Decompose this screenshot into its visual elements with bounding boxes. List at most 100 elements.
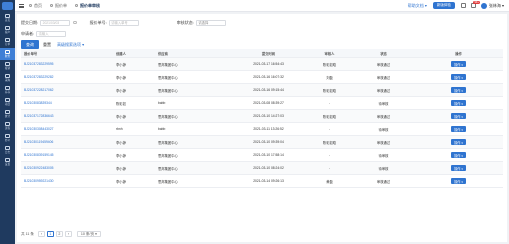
upgrade-button[interactable]: 新版体验 — [432, 2, 455, 9]
stats-icon — [5, 110, 10, 114]
table-row: BJ21037283229282 李小静 思邦集团中心 2021-03-16 16:0… — [21, 71, 503, 84]
sidebar-item[interactable]: 首页 — [0, 12, 15, 24]
flow-icon — [5, 122, 10, 126]
status-select[interactable]: 请选择 — [195, 19, 226, 26]
status-cell: 审核通过 — [376, 62, 391, 67]
top-bar: 首页 报价单 报价单审核 帮助文档 ▾ 新版体验 99+ 张林海 ▾ — [15, 0, 509, 12]
page-size-select[interactable]: 10 条/页 ▾ — [76, 231, 101, 237]
prev-page-button[interactable]: ‹ — [37, 231, 45, 237]
tab-dot-icon — [75, 4, 78, 7]
sidebar-item[interactable]: 库存 — [0, 84, 15, 96]
reimburse-icon — [5, 62, 10, 66]
quote-number-link[interactable]: BJ21037283229595 — [21, 62, 113, 66]
filter-label-applicant: 申请者: — [21, 30, 35, 36]
time-cell: 2021-03-11 13:26:52 — [253, 127, 284, 131]
operation-button[interactable]: 操作 ▾ — [451, 178, 466, 184]
operation-button[interactable]: 操作 ▾ — [451, 113, 466, 119]
date-input[interactable]: 2021/03/03 — [40, 19, 71, 26]
operation-button[interactable]: 操作 ▾ — [451, 87, 466, 93]
sidebar-item[interactable]: 报销 — [0, 60, 15, 72]
clear-icon[interactable] — [73, 20, 77, 25]
bell-icon[interactable]: 99+ — [470, 1, 480, 8]
quote-number-link[interactable]: BJ21030839159145 — [21, 153, 113, 157]
supplier-cell: 思邦集团中心 — [158, 140, 178, 145]
status-cell: 审核通过 — [376, 88, 391, 93]
operation-button[interactable]: 操作 ▾ — [451, 165, 466, 171]
table-row: BJ21037228217062 李小静 思邦集团中心 2021-03-16 09:1… — [21, 84, 503, 97]
supplier-cell: 思邦集团中心 — [158, 153, 178, 158]
header-creator: 创建人 — [116, 51, 126, 56]
quote-number-link[interactable]: BJ21037172836643 — [21, 114, 113, 118]
sidebar-item[interactable]: 设置 — [0, 156, 15, 168]
sidebar-item[interactable]: 办公 — [0, 132, 15, 144]
reviewer-cell: - — [328, 153, 331, 157]
operation-button[interactable]: 操作 ▾ — [451, 74, 466, 80]
sidebar-item[interactable]: 订单 — [0, 36, 15, 48]
reviewer-cell: 陈彩如晗 — [322, 140, 337, 145]
tab-dot-icon — [50, 4, 53, 7]
quote-number-link[interactable]: BJ21030119459406 — [21, 140, 113, 144]
operation-button[interactable]: 操作 ▾ — [451, 126, 466, 132]
quote-number-link[interactable]: BJ21030959221430 — [21, 179, 113, 183]
operation-button[interactable]: 操作 ▾ — [451, 100, 466, 106]
header-reviewer: 审核人 — [324, 51, 335, 56]
tab-quotation[interactable]: 报价单 — [50, 3, 67, 9]
quote-number-link[interactable]: BJ2103083839344 — [21, 101, 113, 105]
op-cell: 操作 ▾ — [411, 139, 503, 145]
purchase-icon — [5, 74, 10, 78]
search-button[interactable]: 查询 — [21, 40, 39, 49]
help-link[interactable]: 帮助文档 ▾ — [408, 3, 427, 9]
content-panel: 提交日期: 2021/03/03 报价单号: 请输入单号 审核状态: 请选择 申… — [17, 14, 507, 242]
sidebar-item[interactable]: 流程 — [0, 120, 15, 132]
status-cell: 待审核 — [378, 166, 389, 171]
menu-toggle-icon[interactable] — [19, 3, 24, 8]
time-cell: 2021-03-10 17:58:14 — [253, 153, 284, 157]
quote-number-link[interactable]: BJ21030308443027 — [21, 127, 113, 131]
next-page-button[interactable]: › — [64, 231, 72, 237]
sidebar-item[interactable]: 财务 — [0, 48, 15, 60]
tab-home[interactable]: 首页 — [29, 3, 42, 9]
table-row: BJ21037283229595 李小静 思邦集团中心 2021-03-17 16:5… — [21, 58, 503, 71]
header-status: 状态 — [380, 51, 387, 56]
operation-button[interactable]: 操作 ▾ — [451, 61, 466, 67]
quote-number-link[interactable]: BJ21030922483005 — [21, 166, 113, 170]
time-cell: 2021-03-16 16:07:32 — [253, 75, 284, 79]
sidebar-item[interactable]: 项目 — [0, 96, 15, 108]
operation-button[interactable]: 操作 ▾ — [451, 139, 466, 145]
quote-number-link[interactable]: BJ21037283229282 — [21, 75, 113, 79]
reviewer-cell: 黄磊 — [326, 179, 333, 184]
operation-button[interactable]: 操作 ▾ — [451, 152, 466, 158]
main-content: 提交日期: 2021/03/03 报价单号: 请输入单号 审核状态: 请选择 申… — [15, 12, 509, 244]
page-1-button[interactable]: 1 — [46, 231, 54, 237]
supplier-cell: 思邦集团中心 — [158, 114, 178, 119]
table-row: BJ21030959221430 李小静 思邦集团中心 2021-03-14 09:2… — [21, 175, 503, 188]
log-icon — [5, 146, 10, 150]
sidebar-item[interactable]: 采购 — [0, 72, 15, 84]
header-supplier: 供应商 — [158, 51, 168, 56]
quote-number-link[interactable]: BJ21037228217062 — [21, 88, 113, 92]
reviewer-cell: - — [328, 166, 331, 170]
table-row: BJ21030119459406 李小静 思邦集团中心 2021-03-10 09:3… — [21, 136, 503, 149]
sidebar-item-label: 库存 — [4, 91, 11, 94]
customer-icon — [5, 26, 10, 30]
fullscreen-icon[interactable] — [460, 3, 466, 8]
advanced-search-link[interactable]: 高级搜索选项 ▾ — [57, 42, 84, 48]
filter-label-status: 审核状态: — [176, 19, 194, 25]
sidebar: 首页 客户 订单 财务 报销 采购库存项目 统计 流程 办公 日志设置 — [0, 0, 15, 244]
table-row: BJ21030922483005 李小静 思邦集团中心 2021-03-10 08:2… — [21, 162, 503, 175]
reset-button[interactable]: 重置 — [43, 42, 51, 48]
time-cell: 2021-03-16 09:15:44 — [253, 88, 284, 92]
sidebar-item[interactable]: 统计 — [0, 108, 15, 120]
sidebar-item[interactable]: 日志 — [0, 144, 15, 156]
creator-cell: 李小静 — [116, 114, 126, 119]
tab-quotation-review[interactable]: 报价单审核 — [75, 3, 100, 9]
project-icon — [5, 98, 10, 102]
reviewer-cell: 陈彩如晗 — [322, 114, 337, 119]
applicant-input[interactable]: 请输入 — [36, 30, 67, 37]
avatar[interactable] — [480, 2, 487, 9]
sidebar-item[interactable]: 客户 — [0, 24, 15, 36]
user-menu[interactable]: 张林海 ▾ — [489, 3, 504, 9]
sidebar-item-label: 设置 — [4, 163, 11, 166]
page-2-button[interactable]: 2 — [55, 231, 63, 237]
quote-number-input[interactable]: 请输入单号 — [108, 19, 139, 26]
